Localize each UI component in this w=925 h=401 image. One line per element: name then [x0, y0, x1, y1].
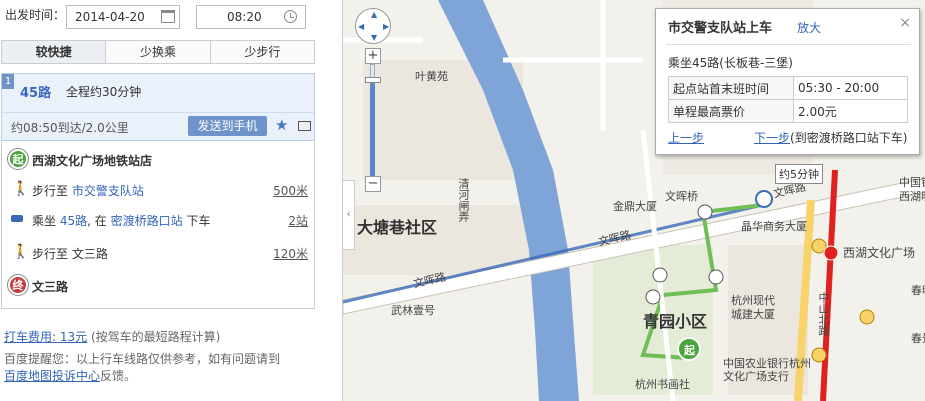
- start-name: 西湖文化广场地铁站店: [32, 154, 153, 168]
- disclaimer-tail: 反馈。: [100, 369, 137, 383]
- zoom-in-button[interactable]: +: [365, 48, 381, 64]
- route-summary[interactable]: 1 45路 全程约30分钟 约08:50到达/2.0公里 发送到手机 ★: [1, 73, 315, 141]
- walk-target-link[interactable]: 市交警支队站: [72, 184, 144, 198]
- bus-stop-count[interactable]: 2站: [288, 212, 308, 229]
- collapse-panel-button[interactable]: ‹: [343, 180, 355, 250]
- bus-line-link[interactable]: 45路: [60, 214, 87, 228]
- taxi-note: (按驾车的最短路程计算): [90, 330, 221, 344]
- info-bus-line: 乘坐45路(长板巷-三堡): [668, 56, 793, 70]
- route-total-time: 全程约30分钟: [66, 85, 142, 99]
- route-name: 45路: [20, 86, 52, 101]
- next-step-link[interactable]: 下一步: [754, 131, 790, 145]
- divider: [666, 44, 911, 45]
- disclaimer-text: 百度提醒您：以上行车线路仅供参考，如有问题请到: [4, 352, 281, 366]
- route-tabs: 较快捷 少换乘 少步行: [1, 40, 315, 64]
- pan-control[interactable]: ▲ ▼ ◀ ▶: [355, 8, 391, 44]
- pan-left-icon[interactable]: ◀: [358, 22, 364, 31]
- info-title: 市交警支队站上车: [668, 21, 773, 36]
- parking-icon: [652, 267, 668, 283]
- pan-down-icon[interactable]: ▼: [371, 33, 377, 42]
- info-step-nav: 上一步 下一步(到密渡桥路口站下车): [668, 129, 907, 146]
- step-walk-2[interactable]: 🚶 步行至 文三路 120米: [2, 241, 314, 265]
- start-marker-label: 起: [684, 344, 695, 357]
- end-badge-icon: 终: [8, 275, 28, 295]
- zoom-slider-handle[interactable]: [365, 77, 381, 83]
- disclaimer: 百度提醒您：以上行车线路仅供参考，如有问题请到 百度地图投诉中心反馈。: [4, 351, 334, 385]
- walk-time-tooltip: 约5分钟: [775, 164, 823, 184]
- route-steps: 起 西湖文化广场地铁站店 🚶 步行至 市交警支队站 500米 乘坐 45路, 在…: [1, 142, 315, 309]
- walk-icon: 🚶: [12, 181, 30, 197]
- tab-less-walking[interactable]: 少步行: [210, 41, 314, 63]
- direction-arrow-icon: [708, 269, 724, 285]
- table-key: 起点站首末班时间: [668, 76, 794, 100]
- step-bus[interactable]: 乘坐 45路, 在 密渡桥路口站 下车 2站: [2, 208, 314, 232]
- taxi-fee: 打车费用: 13元 (按驾车的最短路程计算): [4, 328, 220, 345]
- time-value: 08:20: [227, 10, 262, 24]
- bus-prefix: 乘坐: [32, 214, 57, 228]
- close-icon[interactable]: ×: [899, 15, 911, 31]
- tab-fastest[interactable]: 较快捷: [2, 41, 107, 63]
- tab-fewer-transfers[interactable]: 少换乘: [106, 41, 211, 63]
- prev-step-link[interactable]: 上一步: [668, 131, 704, 145]
- pan-up-icon[interactable]: ▲: [371, 10, 377, 19]
- calendar-icon[interactable]: [161, 10, 175, 23]
- time-input[interactable]: 08:20: [196, 5, 306, 29]
- divider: [2, 112, 314, 113]
- depart-label: 出发时间：: [5, 8, 66, 22]
- table-value: 05:30 - 20:00: [793, 76, 908, 100]
- clock-icon[interactable]: [284, 10, 297, 23]
- star-icon[interactable]: ★: [275, 116, 288, 134]
- metro-exit-d-icon: [859, 309, 875, 325]
- parking-icon: [645, 289, 661, 305]
- bus-suffix: 下车: [186, 214, 211, 228]
- zoom-control: + −: [365, 48, 381, 194]
- step-walk-1[interactable]: 🚶 步行至 市交警支队站 500米: [2, 178, 314, 202]
- bus-stop-link[interactable]: 密渡桥路口站: [111, 214, 183, 228]
- table-key: 单程最高票价: [668, 99, 794, 123]
- date-value: 2014-04-20: [75, 10, 145, 24]
- table-row: 起点站首末班时间 05:30 - 20:00: [668, 76, 908, 100]
- taxi-fee-link[interactable]: 打车费用: 13元: [4, 330, 87, 344]
- walk-distance[interactable]: 500米: [273, 182, 308, 199]
- metro-exit-c-icon: [811, 347, 827, 363]
- bus-mid: , 在: [87, 214, 107, 228]
- walk-distance[interactable]: 120米: [273, 245, 308, 262]
- route-panel: 出发时间： 2014-04-20 08:20 较快捷 少换乘 少步行 1 45路…: [0, 0, 342, 401]
- table-value: 2.00元: [793, 99, 908, 123]
- direction-arrow-icon: [697, 204, 713, 220]
- walk-icon: 🚶: [12, 244, 30, 260]
- start-badge-icon: 起: [8, 149, 28, 169]
- info-window: 市交警支队站上车 放大 × 乘坐45路(长板巷-三堡) 起点站首末班时间 05:…: [655, 8, 920, 155]
- zoom-out-button[interactable]: −: [365, 176, 381, 192]
- end-name: 文三路: [32, 280, 69, 294]
- bus-icon: [11, 215, 23, 222]
- walk-prefix: 步行至: [32, 247, 69, 261]
- print-icon[interactable]: [298, 121, 311, 131]
- table-row: 单程最高票价 2.00元: [668, 99, 908, 123]
- map-canvas[interactable]: 叶黄苑 大塘巷社区 清河闸弄 文晖路 文晖路 文晖路 文晖桥 金鼎大厦 晶华商务…: [342, 0, 925, 401]
- complaint-center-link[interactable]: 百度地图投诉中心: [4, 369, 100, 383]
- zoom-level-fill: [370, 79, 375, 178]
- info-zoom-link[interactable]: 放大: [797, 19, 821, 36]
- bus-stop-icon[interactable]: [755, 190, 773, 208]
- step-end[interactable]: 终 文三路: [2, 274, 314, 298]
- send-to-phone-button[interactable]: 发送到手机: [188, 116, 267, 136]
- walk-prefix: 步行至: [32, 184, 69, 198]
- walk-target: 文三路: [71, 247, 108, 261]
- pan-right-icon[interactable]: ▶: [383, 22, 389, 31]
- step-start[interactable]: 起 西湖文化广场地铁站店: [2, 148, 314, 172]
- date-input[interactable]: 2014-04-20: [66, 5, 180, 29]
- next-step-note: (到密渡桥路口站下车): [790, 131, 908, 145]
- route-arrival: 约08:50到达/2.0公里: [11, 121, 129, 135]
- metro-station-icon: [823, 245, 839, 261]
- route-index: 1: [2, 74, 14, 89]
- info-table: 起点站首末班时间 05:30 - 20:00 单程最高票价 2.00元: [668, 76, 908, 123]
